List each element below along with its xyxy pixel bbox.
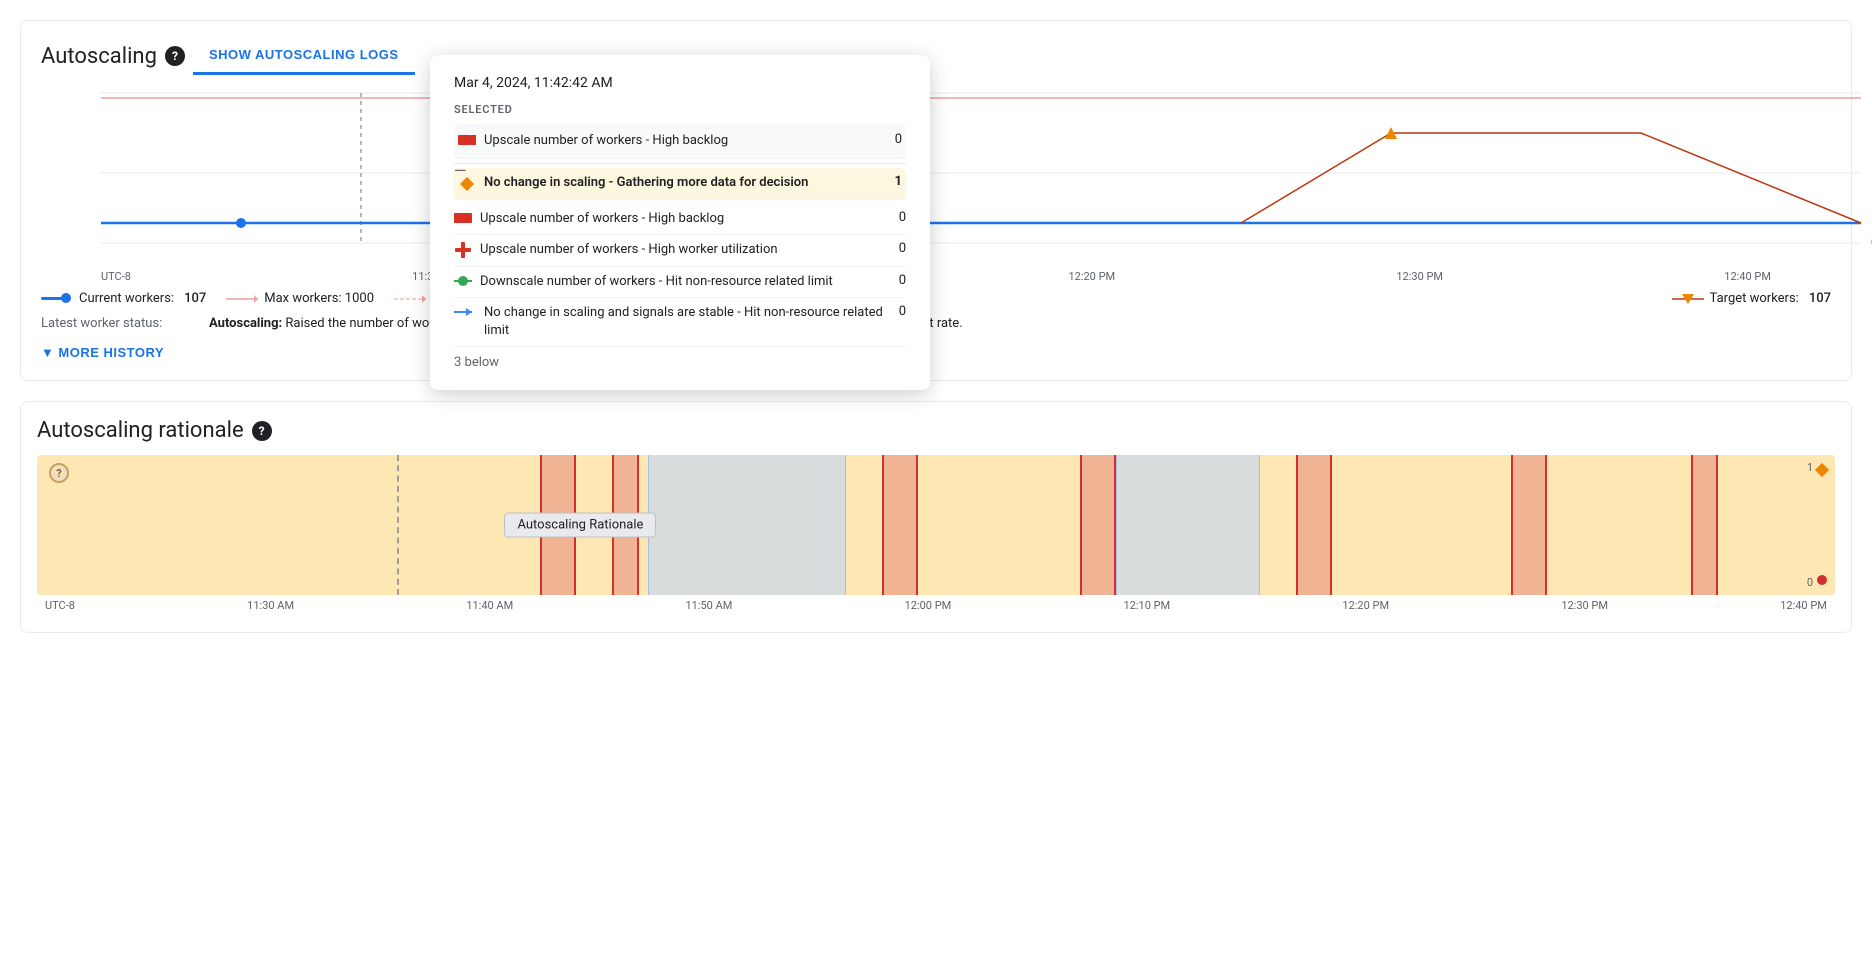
axis-label-1220: 12:20 PM bbox=[1068, 270, 1115, 283]
rationale-axis-1240: 12:40 PM bbox=[1780, 599, 1827, 612]
target-workers-value: 107 bbox=[1809, 291, 1831, 306]
page-container: Autoscaling ? SHOW AUTOSCALING LOGS bbox=[0, 0, 1872, 960]
rationale-axis-1150: 11:50 AM bbox=[685, 599, 732, 612]
tooltip-item-4-text: No change in scaling and signals are sta… bbox=[484, 304, 887, 340]
tooltip-item-4: No change in scaling and signals are sta… bbox=[454, 298, 906, 347]
tooltip-item-0-text: Upscale number of workers - High backlog bbox=[484, 132, 883, 150]
tooltip-selected-label: SELECTED bbox=[454, 103, 906, 116]
tooltip-item-highlighted: No change in scaling - Gathering more da… bbox=[454, 168, 906, 200]
tooltip-item-0-content: Upscale number of workers - High backlog bbox=[458, 132, 883, 150]
chevron-down-icon: ▼ bbox=[41, 345, 54, 360]
more-history-button[interactable]: ▼ MORE HISTORY bbox=[41, 341, 164, 364]
tooltip-item-highlighted-content: No change in scaling - Gathering more da… bbox=[458, 174, 883, 193]
blue-arrow-icon bbox=[454, 305, 476, 319]
tooltip-item-2: Upscale number of workers - High worker … bbox=[454, 235, 906, 266]
rationale-red-band-4 bbox=[1080, 455, 1116, 595]
red-rect-icon-0 bbox=[458, 133, 476, 147]
rationale-y-min: 0 bbox=[1807, 576, 1813, 589]
rationale-axis-1230: 12:30 PM bbox=[1561, 599, 1608, 612]
max-workers-label: Max workers: 1000 bbox=[264, 291, 374, 306]
tooltip-item-0: Upscale number of workers - High backlog… bbox=[454, 124, 906, 159]
rationale-red-band-5 bbox=[1296, 455, 1332, 595]
legend-current-line bbox=[41, 297, 69, 300]
legend-target-workers: Target workers: 107 bbox=[1672, 291, 1831, 306]
tooltip-item-4-content: No change in scaling and signals are sta… bbox=[454, 304, 887, 340]
autoscaling-section: Autoscaling ? SHOW AUTOSCALING LOGS bbox=[20, 20, 1852, 381]
rationale-blue-band-2 bbox=[1116, 455, 1260, 595]
rationale-section: Autoscaling rationale ? ? Autoscaling Ra… bbox=[20, 401, 1852, 633]
rationale-red-band-7 bbox=[1691, 455, 1718, 595]
tooltip-item-3-count: 0 bbox=[899, 273, 906, 288]
rationale-axis: UTC-8 11:30 AM 11:40 AM 11:50 AM 12:00 P… bbox=[37, 595, 1835, 616]
min-workers-icon bbox=[394, 293, 426, 305]
max-workers-icon bbox=[226, 293, 258, 305]
tooltip-item-3: Downscale number of workers - Hit non-re… bbox=[454, 267, 906, 298]
more-history-label: MORE HISTORY bbox=[58, 345, 164, 360]
axis-label-1240: 12:40 PM bbox=[1724, 270, 1771, 283]
rationale-red-dot-marker bbox=[1817, 575, 1827, 585]
orange-diamond-icon bbox=[458, 175, 476, 193]
chart-svg: 1,000 0 bbox=[41, 83, 1831, 263]
rationale-help-icon[interactable]: ? bbox=[252, 421, 272, 441]
legend-current-dot bbox=[61, 293, 71, 303]
rationale-chart: ? Autoscaling Rationale 1 0 bbox=[37, 455, 1835, 595]
chart-wrapper: 1,000 0 UTC-8 11:30 AM 11:40 AM 12:20 PM… bbox=[41, 83, 1831, 283]
tooltip-item-highlighted-count: 1 bbox=[895, 174, 902, 189]
status-row: Latest worker status: Autoscaling: Raise… bbox=[41, 316, 1831, 331]
tooltip-below: 3 below bbox=[454, 355, 906, 370]
tooltip-item-2-content: Upscale number of workers - High worker … bbox=[454, 241, 887, 259]
tooltip-popup: Mar 4, 2024, 11:42:42 AM SELECTED Upscal… bbox=[430, 55, 930, 390]
rationale-y-max: 1 bbox=[1807, 461, 1813, 474]
tooltip-item-1: Upscale number of workers - High backlog… bbox=[454, 204, 906, 235]
tooltip-item-2-text: Upscale number of workers - High worker … bbox=[480, 241, 887, 259]
rationale-title: Autoscaling rationale bbox=[37, 418, 244, 443]
axis-label-utc: UTC-8 bbox=[101, 270, 131, 283]
tooltip-item-0-count: 0 bbox=[895, 132, 902, 147]
rationale-question-icon: ? bbox=[49, 463, 69, 483]
tooltip-divider: — bbox=[454, 163, 906, 164]
rationale-axis-1220: 12:20 PM bbox=[1342, 599, 1389, 612]
rationale-tooltip-label: Autoscaling Rationale bbox=[504, 513, 656, 538]
rationale-diamond-marker bbox=[1815, 463, 1829, 477]
current-workers-value: 107 bbox=[184, 291, 206, 306]
tooltip-item-highlighted-text: No change in scaling - Gathering more da… bbox=[484, 174, 883, 192]
legend-row: Current workers: 107 Max workers: 1000 M… bbox=[41, 291, 1831, 306]
current-workers-label: Current workers: bbox=[79, 291, 174, 306]
axis-label-1230: 12:30 PM bbox=[1396, 270, 1443, 283]
target-workers-icon bbox=[1672, 293, 1704, 305]
autoscaling-title: Autoscaling bbox=[41, 44, 157, 69]
legend-max-workers: Max workers: 1000 bbox=[226, 291, 374, 306]
tooltip-item-1-text: Upscale number of workers - High backlog bbox=[480, 210, 887, 228]
target-workers-label: Target workers: bbox=[1710, 291, 1799, 306]
rationale-red-band-6 bbox=[1511, 455, 1547, 595]
status-label: Latest worker status: bbox=[41, 316, 201, 331]
legend-current-workers: Current workers: 107 bbox=[41, 291, 206, 306]
rationale-header: Autoscaling rationale ? bbox=[37, 418, 1835, 443]
help-icon[interactable]: ? bbox=[165, 46, 185, 66]
tooltip-item-3-text: Downscale number of workers - Hit non-re… bbox=[480, 273, 887, 291]
tooltip-item-4-count: 0 bbox=[899, 304, 906, 319]
rationale-dashed-line bbox=[397, 455, 399, 595]
rationale-axis-1210: 12:10 PM bbox=[1124, 599, 1171, 612]
rationale-axis-utc: UTC-8 bbox=[45, 599, 75, 612]
rationale-blue-band-1 bbox=[648, 455, 846, 595]
tooltip-item-1-content: Upscale number of workers - High backlog bbox=[454, 210, 887, 228]
red-rect-icon-1 bbox=[454, 211, 472, 225]
rationale-axis-1140: 11:40 AM bbox=[466, 599, 513, 612]
rationale-axis-1200: 12:00 PM bbox=[905, 599, 952, 612]
rationale-axis-1130: 11:30 AM bbox=[247, 599, 294, 612]
chart-x-axis: UTC-8 11:30 AM 11:40 AM 12:20 PM 12:30 P… bbox=[41, 270, 1831, 283]
green-circle-icon bbox=[454, 274, 472, 288]
red-cross-icon bbox=[454, 241, 472, 259]
tooltip-timestamp: Mar 4, 2024, 11:42:42 AM bbox=[454, 75, 906, 91]
section-header: Autoscaling ? SHOW AUTOSCALING LOGS bbox=[41, 37, 1831, 75]
tooltip-item-3-content: Downscale number of workers - Hit non-re… bbox=[454, 273, 887, 291]
tooltip-item-1-count: 0 bbox=[899, 210, 906, 225]
rationale-red-band-3 bbox=[882, 455, 918, 595]
tooltip-item-2-count: 0 bbox=[899, 241, 906, 256]
show-logs-button[interactable]: SHOW AUTOSCALING LOGS bbox=[193, 37, 415, 75]
